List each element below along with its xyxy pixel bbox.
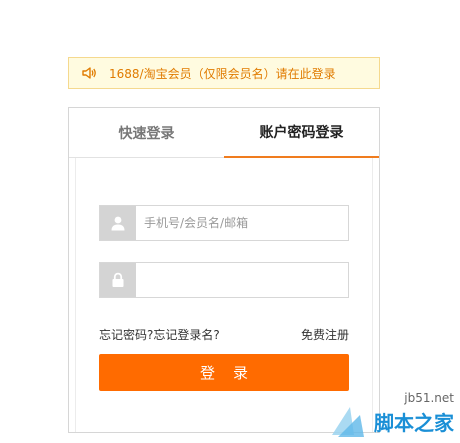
forgot-links: 忘记密码?忘记登录名? bbox=[99, 326, 220, 343]
notice-text: 1688/淘宝会员（仅限会员名）请在此登录 bbox=[109, 66, 336, 81]
tab-quick-login[interactable]: 快速登录 bbox=[69, 108, 224, 158]
login-page: 1688/淘宝会员（仅限会员名）请在此登录 快速登录 账户密码登录 手机号/会员… bbox=[0, 0, 460, 443]
lock-icon bbox=[112, 272, 124, 287]
watermark-logo-icon bbox=[332, 407, 364, 437]
login-button[interactable]: 登录 bbox=[99, 354, 349, 391]
login-card: 快速登录 账户密码登录 手机号/会员名/邮箱 忘记密码?忘记登录名? 免费注册 … bbox=[68, 107, 380, 433]
help-links: 忘记密码?忘记登录名? 免费注册 bbox=[99, 326, 349, 342]
notice-bar: 1688/淘宝会员（仅限会员名）请在此登录 bbox=[68, 57, 380, 89]
username-input[interactable] bbox=[136, 206, 348, 240]
watermark-url: jb51.net bbox=[404, 391, 454, 405]
forgot-username-link[interactable]: 忘记登录名? bbox=[153, 328, 219, 342]
watermark-name: 脚本之家 bbox=[374, 411, 454, 435]
forgot-password-link[interactable]: 忘记密码? bbox=[99, 328, 153, 342]
username-icon-box bbox=[100, 206, 136, 240]
speaker-icon bbox=[82, 67, 96, 79]
username-field bbox=[99, 205, 349, 241]
password-field bbox=[99, 262, 349, 298]
login-tabs: 快速登录 账户密码登录 bbox=[69, 108, 379, 158]
register-link[interactable]: 免费注册 bbox=[301, 326, 349, 343]
tab-account-password-login[interactable]: 账户密码登录 bbox=[224, 108, 379, 158]
password-input[interactable] bbox=[136, 263, 348, 297]
site-watermark: jb51.net 脚本之家 bbox=[316, 391, 456, 441]
user-icon bbox=[111, 216, 125, 231]
password-icon-box bbox=[100, 263, 136, 297]
